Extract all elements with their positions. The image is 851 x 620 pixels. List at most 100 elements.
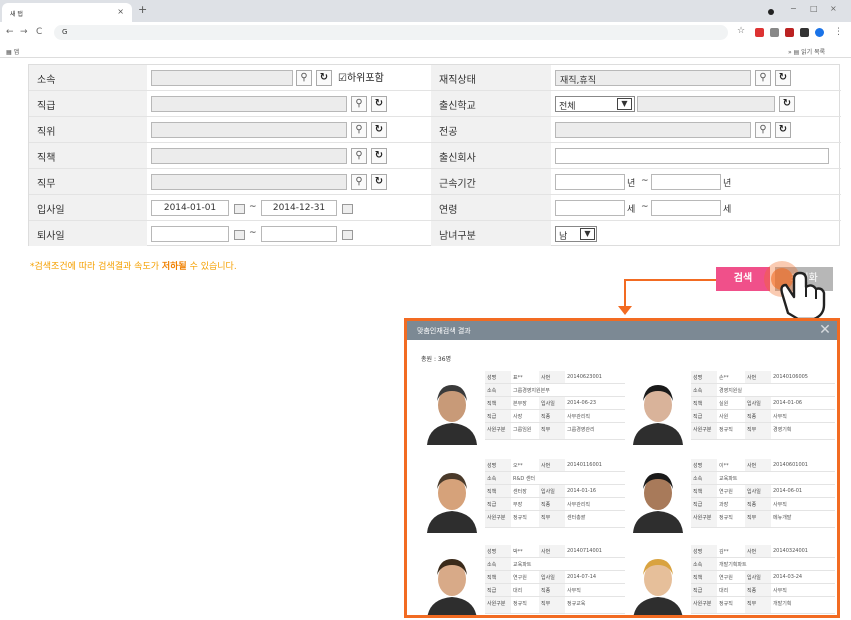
- field-label-dept: 소속: [691, 384, 717, 396]
- extension-icon-4[interactable]: [800, 28, 809, 37]
- employee-card[interactable]: 성명 박** 사번 20140714001 소속 교육파트 직책 연구원 입사일 2014-07-…: [419, 545, 629, 615]
- employment-status-input[interactable]: 재직,휴직: [555, 70, 751, 86]
- rank-input[interactable]: [151, 96, 347, 112]
- reset-icon[interactable]: ↻: [371, 174, 387, 190]
- address-bar[interactable]: G: [54, 25, 728, 40]
- hire-from-input[interactable]: 2014-01-01: [151, 200, 229, 216]
- apps-shortcut[interactable]: ▦ 앱: [6, 47, 19, 56]
- chevron-down-icon[interactable]: ▼: [580, 228, 595, 240]
- search-icon[interactable]: ⚲: [296, 70, 312, 86]
- reset-icon[interactable]: ↻: [779, 96, 795, 112]
- tab-close-icon[interactable]: ×: [117, 7, 124, 16]
- tenure-to-input[interactable]: [651, 174, 721, 190]
- search-icon[interactable]: ⚲: [755, 70, 771, 86]
- window-close-button[interactable]: ×: [830, 4, 837, 13]
- arrow-connector: [624, 279, 716, 281]
- close-icon[interactable]: ✕: [817, 322, 833, 338]
- hire-to-input[interactable]: 2014-12-31: [261, 200, 337, 216]
- employee-card[interactable]: 성명 표** 사번 20140623001 소속 그룹경영지원본부 직책 본부장 입사일 2014…: [419, 371, 629, 447]
- info-row: 직급 부장 직종 사무관리직: [485, 498, 629, 511]
- info-row: 직책 본부장 입사일 2014-06-23: [485, 397, 629, 410]
- age-to-input[interactable]: [651, 200, 721, 216]
- search-icon[interactable]: ⚲: [351, 174, 367, 190]
- field-value-task: 그룹경영관리: [567, 427, 595, 433]
- new-tab-button[interactable]: +: [138, 3, 147, 16]
- search-icon[interactable]: ⚲: [351, 148, 367, 164]
- reset-icon[interactable]: ↻: [371, 96, 387, 112]
- search-icon[interactable]: ⚲: [351, 96, 367, 112]
- label-department: 소속: [29, 65, 147, 90]
- field-value-hire: 2014-06-23: [567, 400, 597, 406]
- search-icon[interactable]: ⚲: [755, 122, 771, 138]
- label-title: 직책: [29, 143, 147, 168]
- info-row: 소속 개발기획파트: [691, 558, 835, 571]
- field-label-position: 직책: [691, 397, 717, 409]
- calendar-icon[interactable]: [342, 230, 353, 240]
- field-value-duty: 사무직: [773, 588, 787, 594]
- duty-input[interactable]: [151, 174, 347, 190]
- employee-photo: [625, 463, 691, 533]
- employee-card[interactable]: 성명 손** 사번 20140106005 소속 경영지원실 직책 실원 입사일 2014-01-…: [625, 371, 835, 447]
- profile-avatar-icon[interactable]: [815, 28, 824, 37]
- extension-icon-3[interactable]: [785, 28, 794, 37]
- info-row: 소속 교육파트: [485, 558, 629, 571]
- forward-button[interactable]: →: [20, 27, 28, 37]
- extension-icon-2[interactable]: [770, 28, 779, 37]
- extension-icon-1[interactable]: [755, 28, 764, 37]
- employee-info-table: 성명 표** 사번 20140623001 소속 그룹경영지원본부 직책 본부장 입사일 2014…: [485, 371, 629, 440]
- info-row: 직급 대리 직종 사무직: [691, 584, 835, 597]
- menu-dots-icon[interactable]: ⋮: [834, 27, 843, 37]
- reset-icon[interactable]: ↻: [775, 70, 791, 86]
- employee-photo: [419, 463, 485, 533]
- calendar-icon[interactable]: [342, 204, 353, 214]
- include-sub-label: 하위포함: [346, 73, 384, 84]
- field-label-dept: 소속: [485, 384, 511, 396]
- bookmark-star-icon[interactable]: ☆: [737, 26, 745, 36]
- reset-icon[interactable]: ↻: [371, 122, 387, 138]
- field-label-type: 사원구분: [691, 511, 717, 527]
- include-sub-checkbox[interactable]: ☑하위포함: [338, 69, 384, 84]
- previous-company-input[interactable]: [555, 148, 829, 164]
- reload-button[interactable]: C: [36, 27, 42, 37]
- field-value-name: 박**: [513, 549, 523, 555]
- calendar-icon[interactable]: [234, 204, 245, 214]
- profile-dot-icon[interactable]: [768, 9, 774, 15]
- field-value-name: 표**: [513, 375, 523, 381]
- school-input[interactable]: [637, 96, 775, 112]
- field-label-dept: 소속: [691, 472, 717, 484]
- employee-card[interactable]: 성명 이** 사번 20140601001 소속 교육파트 직책 연구원 입사일 2014-06-…: [625, 459, 835, 535]
- leave-from-input[interactable]: [151, 226, 229, 242]
- field-value-type: 정규직: [719, 427, 733, 433]
- info-row: 사원구분 정규직 직무 경영기획: [691, 423, 835, 440]
- reset-icon[interactable]: ↻: [775, 122, 791, 138]
- reset-icon[interactable]: ↻: [371, 148, 387, 164]
- label-employment-status: 재직상태: [431, 65, 551, 90]
- tenure-from-input[interactable]: [555, 174, 625, 190]
- form-row: 입사일 2014-01-01 ~ 2014-12-31 연령 세 ~ 세: [29, 195, 841, 221]
- age-to-unit: 세: [723, 205, 732, 215]
- position-input[interactable]: [151, 122, 347, 138]
- popup-title: 맞춤인재검색 결과: [417, 327, 471, 335]
- apps-label: 앱: [13, 49, 20, 56]
- browser-tab[interactable]: 새 탭 ×: [2, 3, 132, 22]
- leave-to-input[interactable]: [261, 226, 337, 242]
- field-value-name: 김**: [719, 549, 729, 555]
- search-icon[interactable]: ⚲: [351, 122, 367, 138]
- chevron-down-icon[interactable]: ▼: [617, 98, 632, 110]
- reset-icon[interactable]: ↻: [316, 70, 332, 86]
- major-input[interactable]: [555, 122, 751, 138]
- minimize-button[interactable]: −: [790, 4, 797, 13]
- back-button[interactable]: ←: [6, 27, 14, 37]
- reading-list[interactable]: » ▤ 읽기 목록: [788, 47, 825, 56]
- field-value-rank: 부장: [513, 502, 523, 508]
- calendar-icon[interactable]: [234, 230, 245, 240]
- age-from-input[interactable]: [555, 200, 625, 216]
- employee-card[interactable]: 성명 김** 사번 20140324001 소속 개발기획파트 직책 연구원 입사일 2014-0…: [625, 545, 835, 615]
- employee-card[interactable]: 성명 오** 사번 20140116001 소속 R&D 센터 직책 센터장 입사일 2014-0…: [419, 459, 629, 535]
- department-input[interactable]: [151, 70, 293, 86]
- search-form: 소속 ⚲ ↻ ☑하위포함 재직상태 재직,휴직 ⚲ ↻ 직급 ⚲ ↻ 출신학교 …: [28, 64, 841, 246]
- maximize-button[interactable]: □: [810, 4, 818, 13]
- title-input[interactable]: [151, 148, 347, 164]
- label-major: 전공: [431, 117, 551, 142]
- field-label-id: 사번: [745, 371, 771, 383]
